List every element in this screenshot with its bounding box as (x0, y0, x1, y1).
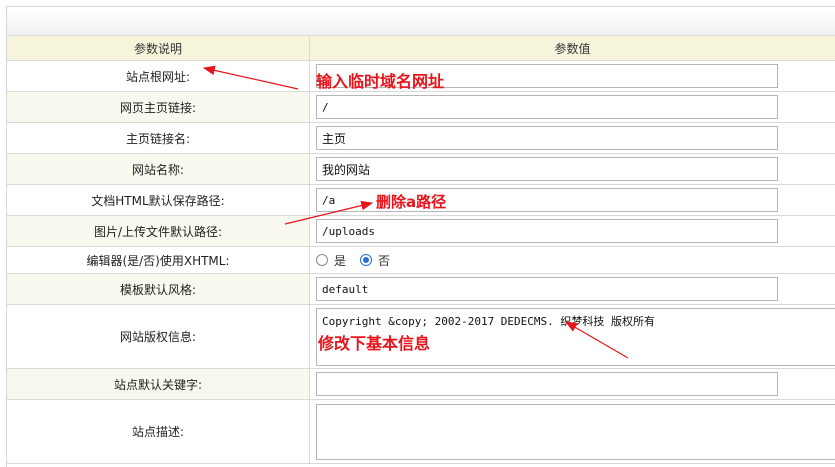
description-textarea[interactable] (316, 404, 835, 460)
upload-path-label: 图片/上传文件默认路径: (7, 216, 310, 247)
site-name-label: 网站名称: (7, 154, 310, 185)
template-style-input[interactable] (316, 277, 778, 301)
xhtml-yes-label: 是 (334, 252, 346, 269)
table-row: 站点描述: (7, 400, 835, 464)
table-row: 模板默认风格: (7, 274, 835, 305)
settings-table: 参数说明 参数值 站点根网址: 网页主页链接: 主页链接名: 网站名称: 文档H… (7, 36, 835, 464)
site-name-input[interactable] (316, 157, 778, 181)
table-row: 图片/上传文件默认路径: (7, 216, 835, 247)
copyright-label: 网站版权信息: (7, 305, 310, 369)
header-param-desc: 参数说明 (7, 36, 310, 61)
annotation-temp-domain: 输入临时域名网址 (316, 68, 444, 92)
editor-xhtml-radio-group: 是 否 (316, 248, 835, 272)
upload-path-input[interactable] (316, 219, 778, 243)
keywords-input[interactable] (316, 372, 778, 396)
home-link-name-label: 主页链接名: (7, 123, 310, 154)
xhtml-no-radio[interactable] (360, 254, 372, 266)
annotation-edit-info: 修改下基本信息 (318, 330, 430, 354)
table-header-row: 参数说明 参数值 (7, 36, 835, 61)
site-root-url-label: 站点根网址: (7, 61, 310, 92)
xhtml-yes-radio[interactable] (316, 254, 328, 266)
home-link-name-input[interactable] (316, 126, 778, 150)
table-row: 主页链接名: (7, 123, 835, 154)
table-row: 站点默认关键字: (7, 369, 835, 400)
annotation-delete-a: 删除a路径 (376, 191, 446, 212)
home-link-input[interactable] (316, 95, 778, 119)
table-row: 编辑器(是/否)使用XHTML: 是 否 (7, 247, 835, 274)
xhtml-no-label: 否 (378, 252, 390, 269)
table-row: 网页主页链接: (7, 92, 835, 123)
editor-xhtml-label: 编辑器(是/否)使用XHTML: (7, 247, 310, 274)
panel-top-bar (7, 7, 835, 36)
keywords-label: 站点默认关键字: (7, 369, 310, 400)
description-label: 站点描述: (7, 400, 310, 464)
html-save-path-label: 文档HTML默认保存路径: (7, 185, 310, 216)
header-param-value: 参数值 (310, 36, 835, 61)
template-style-label: 模板默认风格: (7, 274, 310, 305)
table-row: 网站名称: (7, 154, 835, 185)
home-link-label: 网页主页链接: (7, 92, 310, 123)
